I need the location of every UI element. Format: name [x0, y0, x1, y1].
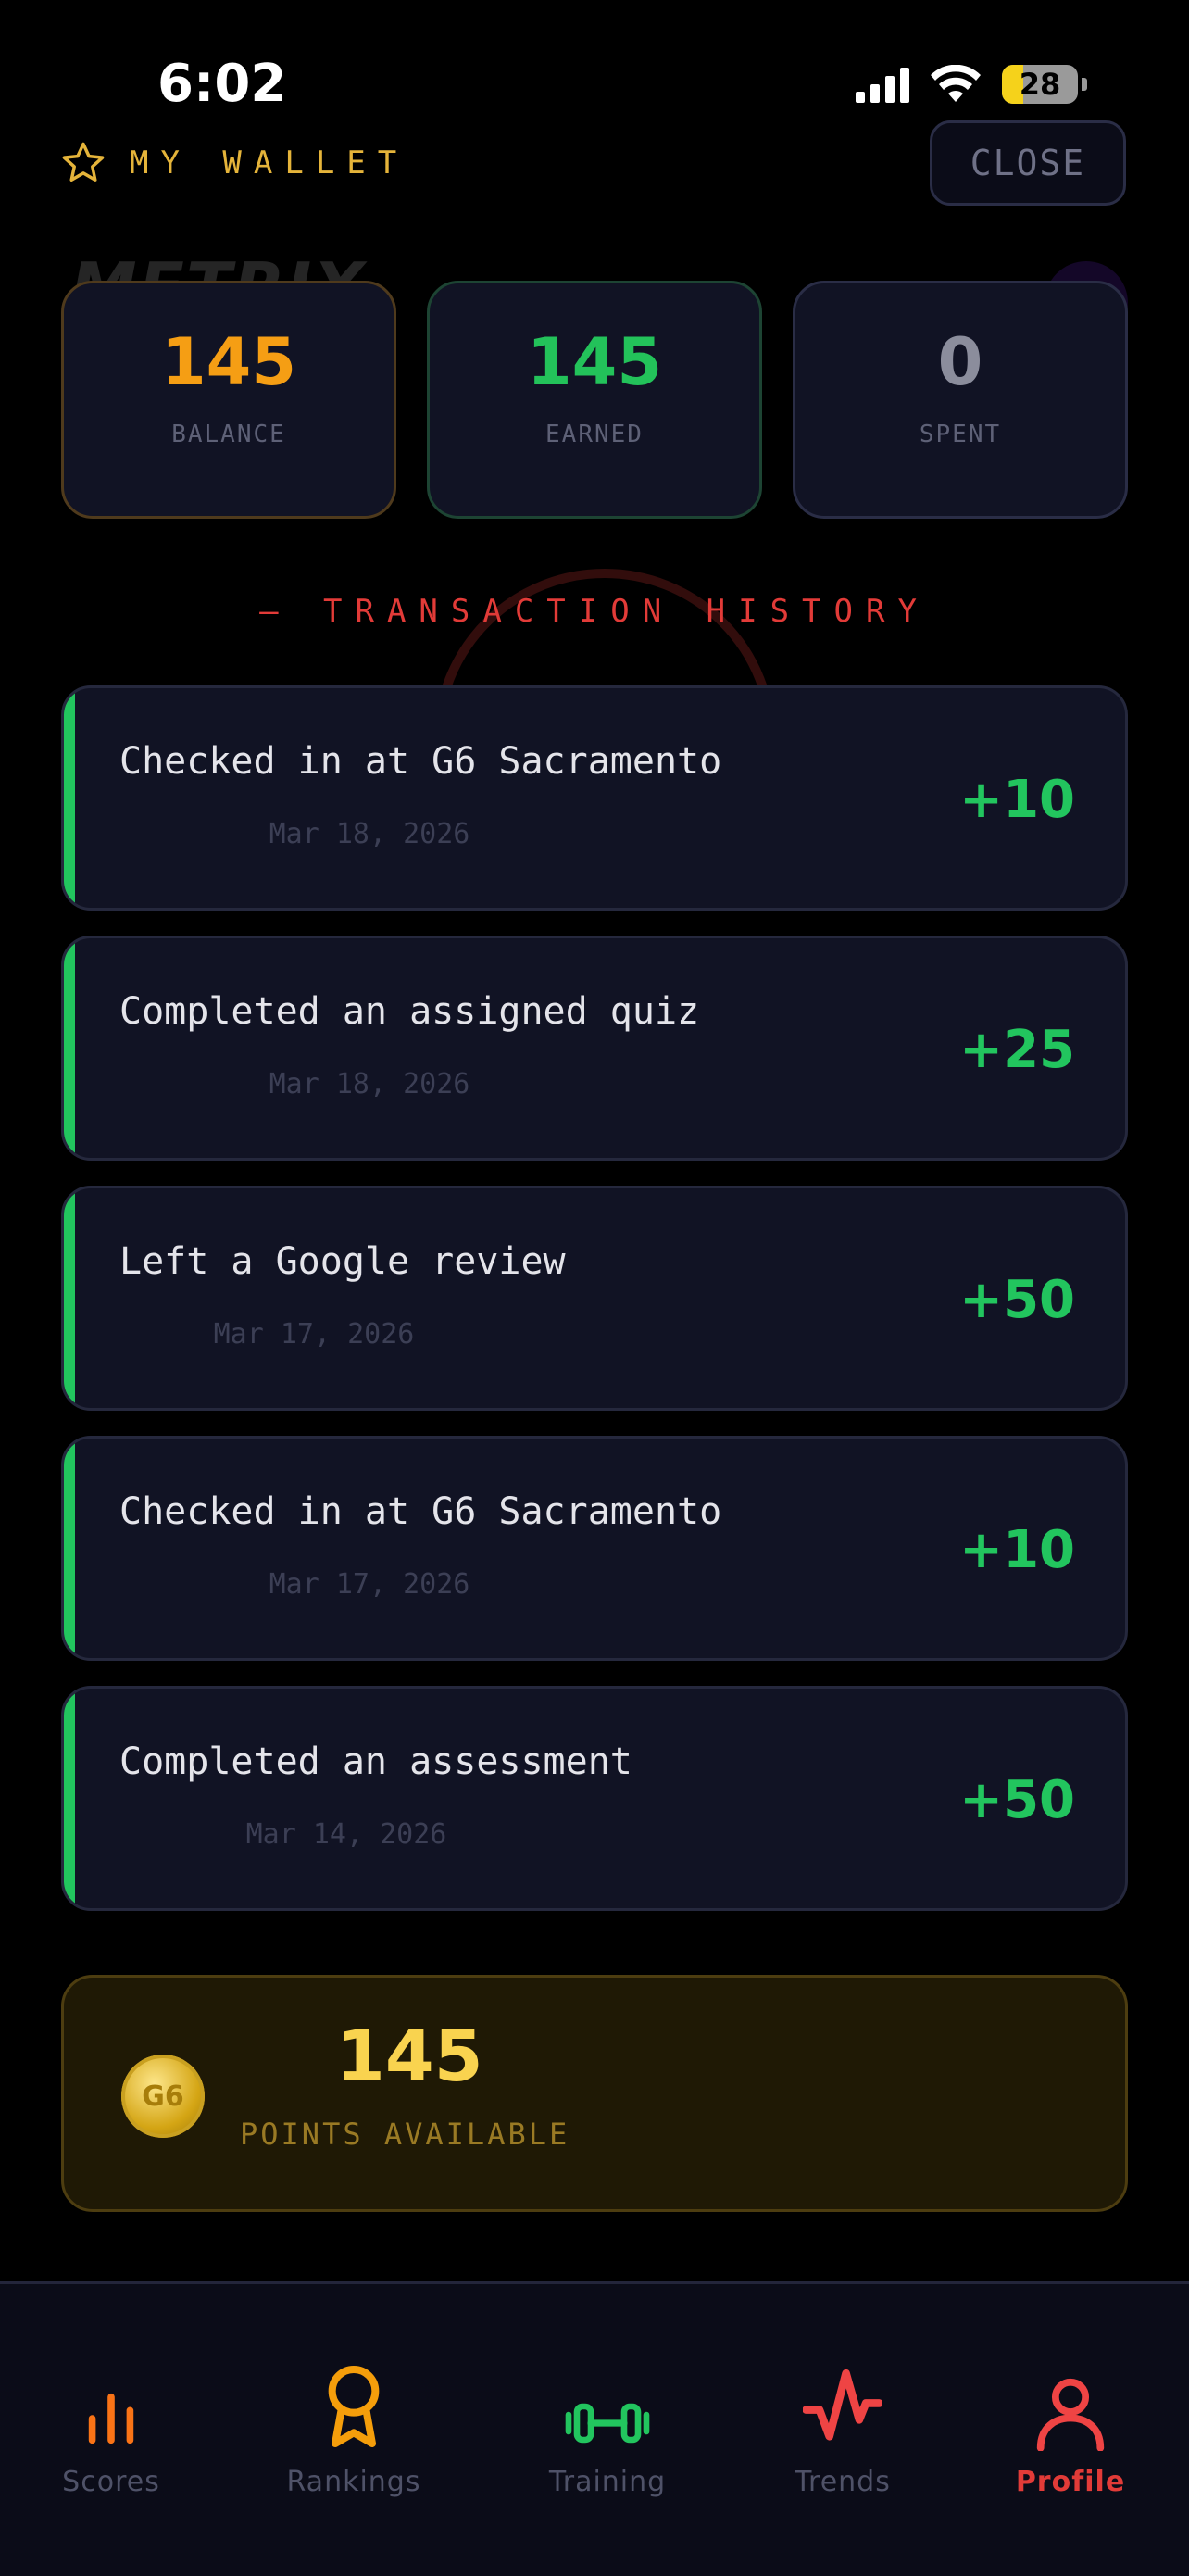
tab-label: Trends	[795, 2466, 891, 2498]
cellular-signal-icon	[856, 66, 909, 103]
transaction-row: Completed an assigned quiz Mar 18, 2026 …	[61, 936, 1128, 1161]
g6-coin-icon: G6	[121, 2055, 205, 2138]
transaction-description: Left a Google review	[119, 1240, 566, 1283]
transaction-date: Mar 18, 2026	[269, 1068, 470, 1100]
transaction-date: Mar 14, 2026	[245, 1818, 447, 1851]
transaction-description: Completed an assessment	[119, 1740, 632, 1783]
close-button[interactable]: CLOSE	[930, 120, 1126, 206]
earned-card: 145 EARNED	[427, 281, 762, 519]
award-icon	[328, 2366, 380, 2447]
user-icon	[1036, 2378, 1105, 2451]
transaction-date: Mar 17, 2026	[213, 1318, 415, 1351]
star-icon	[62, 142, 105, 182]
dumbbell-icon	[565, 2403, 650, 2444]
battery-icon: 28	[1002, 65, 1078, 104]
transaction-row: Left a Google review Mar 17, 2026 +50	[61, 1186, 1128, 1411]
spent-value: 0	[937, 324, 983, 400]
spent-card: 0 SPENT	[793, 281, 1128, 519]
status-icons: 28	[856, 65, 1087, 104]
points-available-card: G6 145 POINTS AVAILABLE	[61, 1975, 1128, 2212]
points-label: POINTS AVAILABLE	[240, 2117, 570, 2152]
bar-chart-icon	[88, 2393, 134, 2444]
credit-indicator	[64, 688, 75, 908]
tab-label: Scores	[62, 2466, 160, 2498]
tab-label: Training	[548, 2466, 667, 2498]
transaction-row: Completed an assessment Mar 14, 2026 +50	[61, 1686, 1128, 1911]
credit-indicator	[64, 938, 75, 1158]
wallet-title: MY WALLET	[130, 145, 409, 182]
balance-value: 145	[160, 324, 297, 400]
earned-label: EARNED	[545, 421, 644, 448]
tab-training[interactable]: Training	[506, 2349, 709, 2498]
transaction-description: Checked in at G6 Sacramento	[119, 1490, 722, 1533]
transaction-description: Completed an assigned quiz	[119, 990, 700, 1033]
transaction-row: Checked in at G6 Sacramento Mar 18, 2026…	[61, 685, 1128, 911]
bottom-tab-bar: Scores Rankings Training Trends Profile	[0, 2281, 1189, 2576]
wallet-header: MY WALLET	[59, 139, 408, 187]
tab-label: Rankings	[286, 2466, 421, 2498]
transaction-amount: +10	[959, 770, 1075, 830]
balance-label: BALANCE	[171, 421, 286, 448]
status-time: 6:02	[157, 54, 287, 114]
transaction-amount: +50	[959, 1770, 1075, 1830]
balance-card: 145 BALANCE	[61, 281, 396, 519]
transaction-history-title: — TRANSACTION HISTORY	[259, 593, 930, 630]
tab-label: Profile	[1015, 2466, 1126, 2498]
credit-indicator	[64, 1439, 75, 1658]
spent-label: SPENT	[919, 421, 1002, 448]
transaction-amount: +50	[959, 1270, 1075, 1330]
tab-profile[interactable]: Profile	[969, 2349, 1172, 2498]
tab-rankings[interactable]: Rankings	[252, 2349, 456, 2498]
transaction-row: Checked in at G6 Sacramento Mar 17, 2026…	[61, 1436, 1128, 1661]
points-value: 145	[336, 2015, 483, 2097]
activity-icon	[803, 2369, 882, 2441]
tab-trends[interactable]: Trends	[741, 2349, 945, 2498]
transaction-date: Mar 18, 2026	[269, 818, 470, 850]
battery-level: 28	[1019, 67, 1061, 102]
transaction-date: Mar 17, 2026	[269, 1568, 470, 1601]
tab-scores[interactable]: Scores	[9, 2349, 213, 2498]
transaction-amount: +10	[959, 1520, 1075, 1580]
earned-value: 145	[526, 324, 663, 400]
credit-indicator	[64, 1188, 75, 1408]
transaction-description: Checked in at G6 Sacramento	[119, 740, 722, 783]
credit-indicator	[64, 1689, 75, 1908]
wifi-icon	[931, 65, 981, 102]
transaction-amount: +25	[959, 1020, 1075, 1080]
